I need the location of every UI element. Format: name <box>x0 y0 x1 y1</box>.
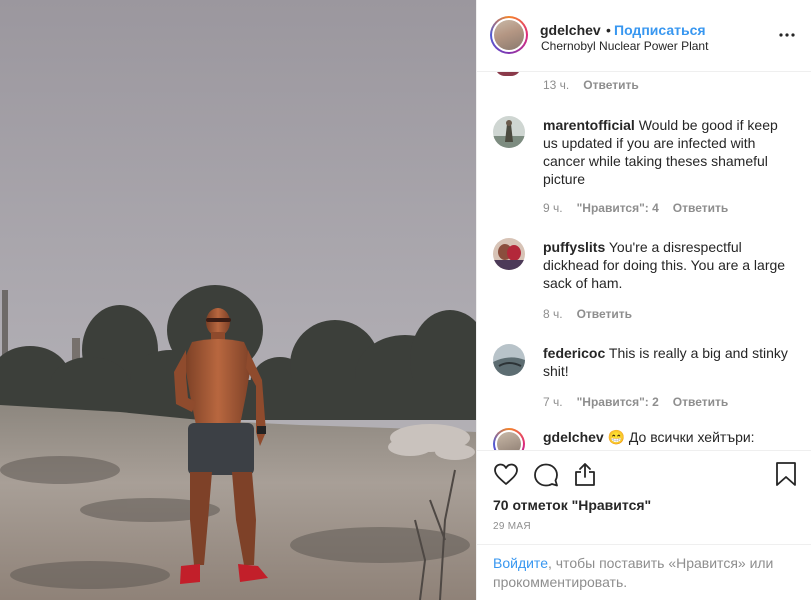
login-prompt: Войдите, чтобы поставить «Нравится» или … <box>477 544 811 601</box>
follow-button[interactable]: Подписаться <box>614 22 706 38</box>
post-photo[interactable] <box>0 0 476 600</box>
post-header: gdelchev • Подписаться Chernobyl Nuclear… <box>477 0 811 72</box>
heart-icon[interactable] <box>493 462 519 486</box>
previous-comment-avatar <box>495 72 521 76</box>
comment-time[interactable]: 13 ч. <box>543 78 569 92</box>
comment-text: federicoc This is really a big and stink… <box>543 344 793 380</box>
reply-button[interactable]: Ответить <box>577 307 632 321</box>
comment-meta: 9 ч. "Нравится": 4 Ответить <box>543 201 728 215</box>
comment-likes[interactable]: "Нравится": 4 <box>577 201 659 215</box>
comment-text: marentofficial Would be good if keep us … <box>543 116 793 188</box>
comment-item: federicoc This is really a big and stink… <box>493 344 793 384</box>
comment-item: puffyslits You're a disrespectful dickhe… <box>493 238 793 298</box>
commenter-avatar[interactable] <box>493 344 525 376</box>
comment-item: gdelchev 😁 До всички хейтъри: <box>493 428 793 450</box>
comment-text: gdelchev 😁 До всички хейтъри: <box>543 428 793 446</box>
commenter-username[interactable]: marentofficial <box>543 117 635 133</box>
login-link[interactable]: Войдите <box>493 555 548 571</box>
comment-icon[interactable] <box>533 462 559 488</box>
commenter-avatar[interactable] <box>493 116 525 148</box>
comment-time[interactable]: 7 ч. <box>543 395 563 409</box>
commenter-avatar[interactable] <box>493 428 525 450</box>
share-icon[interactable] <box>573 461 597 487</box>
header-separator: • <box>606 22 611 38</box>
more-options-icon[interactable] <box>777 28 797 42</box>
previous-comment-meta: 13 ч. Ответить <box>543 78 639 92</box>
author-username[interactable]: gdelchev <box>540 22 601 38</box>
comment-body: 😁 До всички хейтъри: <box>607 429 755 445</box>
comment-time[interactable]: 8 ч. <box>543 307 563 321</box>
commenter-username[interactable]: federicoc <box>543 345 605 361</box>
post-actions: 70 отметок "Нравится" 29 МАЯ Войдите, чт… <box>477 450 811 600</box>
post-date[interactable]: 29 МАЯ <box>493 521 531 532</box>
reply-button[interactable]: Ответить <box>673 201 728 215</box>
comment-text: puffyslits You're a disrespectful dickhe… <box>543 238 793 292</box>
commenter-username[interactable]: gdelchev <box>543 429 604 445</box>
commenter-username[interactable]: puffyslits <box>543 239 605 255</box>
author-avatar[interactable] <box>490 16 528 54</box>
instagram-post: gdelchev • Подписаться Chernobyl Nuclear… <box>0 0 811 600</box>
bookmark-icon[interactable] <box>775 461 797 487</box>
reply-button[interactable]: Ответить <box>583 78 638 92</box>
comments-list[interactable]: 13 ч. Ответить marentofficial Would be go… <box>477 72 811 450</box>
post-location[interactable]: Chernobyl Nuclear Power Plant <box>541 39 708 53</box>
reply-button[interactable]: Ответить <box>673 395 728 409</box>
post-sidebar: gdelchev • Подписаться Chernobyl Nuclear… <box>476 0 811 600</box>
commenter-avatar[interactable] <box>493 238 525 270</box>
comment-likes[interactable]: "Нравится": 2 <box>577 395 659 409</box>
comment-time[interactable]: 9 ч. <box>543 201 563 215</box>
likes-count[interactable]: 70 отметок "Нравится" <box>493 497 651 513</box>
photo-scene <box>0 0 476 600</box>
comment-meta: 8 ч. Ответить <box>543 307 632 321</box>
comment-meta: 7 ч. "Нравится": 2 Ответить <box>543 395 728 409</box>
chimney-left <box>2 290 8 355</box>
